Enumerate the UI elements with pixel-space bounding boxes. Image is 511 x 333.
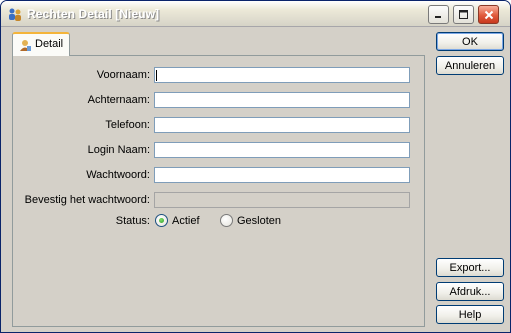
status-option-gesloten: Gesloten	[237, 214, 282, 227]
row-bevestig-wachtwoord: Bevestig het wachtwoord:	[13, 192, 426, 210]
print-button[interactable]: Afdruk...	[436, 282, 504, 301]
row-login-naam: Login Naam:	[13, 142, 426, 160]
ok-button[interactable]: OK	[436, 32, 504, 51]
user-edit-icon	[18, 38, 32, 52]
telefoon-label: Telefoon:	[105, 119, 150, 131]
achternaam-label: Achternaam:	[87, 94, 150, 106]
login-naam-input[interactable]	[154, 142, 410, 158]
radio-unchecked-icon	[220, 214, 233, 227]
bevestig-wachtwoord-label: Bevestig het wachtwoord:	[24, 194, 150, 206]
window-title: Rechten Detail [Nieuw]	[27, 7, 160, 21]
maximize-button[interactable]	[453, 5, 474, 24]
cancel-button[interactable]: Annuleren	[436, 56, 504, 75]
tab-detail[interactable]: Detail	[12, 32, 70, 56]
wachtwoord-input[interactable]	[154, 167, 410, 183]
status-option-actief: Actief	[172, 214, 200, 227]
minimize-button[interactable]	[428, 5, 449, 24]
close-button[interactable]	[478, 5, 499, 24]
export-button[interactable]: Export...	[436, 258, 504, 277]
row-telefoon: Telefoon:	[13, 117, 426, 135]
text-caret	[156, 70, 157, 81]
login-naam-label: Login Naam:	[87, 144, 150, 156]
status-radio-gesloten[interactable]: Gesloten	[220, 214, 281, 227]
row-achternaam: Achternaam:	[13, 92, 426, 110]
detail-panel: Voornaam: Achternaam: Telefoon: Login Na…	[12, 55, 425, 327]
radio-checked-icon	[155, 214, 168, 227]
title-bar[interactable]: Rechten Detail [Nieuw]	[1, 1, 510, 27]
voornaam-label: Voornaam:	[96, 69, 150, 81]
row-voornaam: Voornaam:	[13, 67, 426, 85]
status-row: Status: Actief Gesloten	[13, 213, 426, 231]
status-label: Status:	[115, 215, 150, 227]
row-wachtwoord: Wachtwoord:	[13, 167, 426, 185]
tab-detail-label: Detail	[35, 38, 64, 50]
status-radio-actief[interactable]: Actief	[155, 214, 200, 227]
voornaam-input[interactable]	[154, 67, 410, 83]
close-icon	[484, 10, 493, 19]
help-button[interactable]: Help	[436, 305, 504, 324]
wachtwoord-label: Wachtwoord:	[86, 169, 150, 181]
bevestig-wachtwoord-input	[154, 192, 410, 208]
dialog-window: Rechten Detail [Nieuw] Detail Voornaam:	[0, 0, 511, 333]
people-icon	[7, 6, 23, 22]
telefoon-input[interactable]	[154, 117, 410, 133]
achternaam-input[interactable]	[154, 92, 410, 108]
